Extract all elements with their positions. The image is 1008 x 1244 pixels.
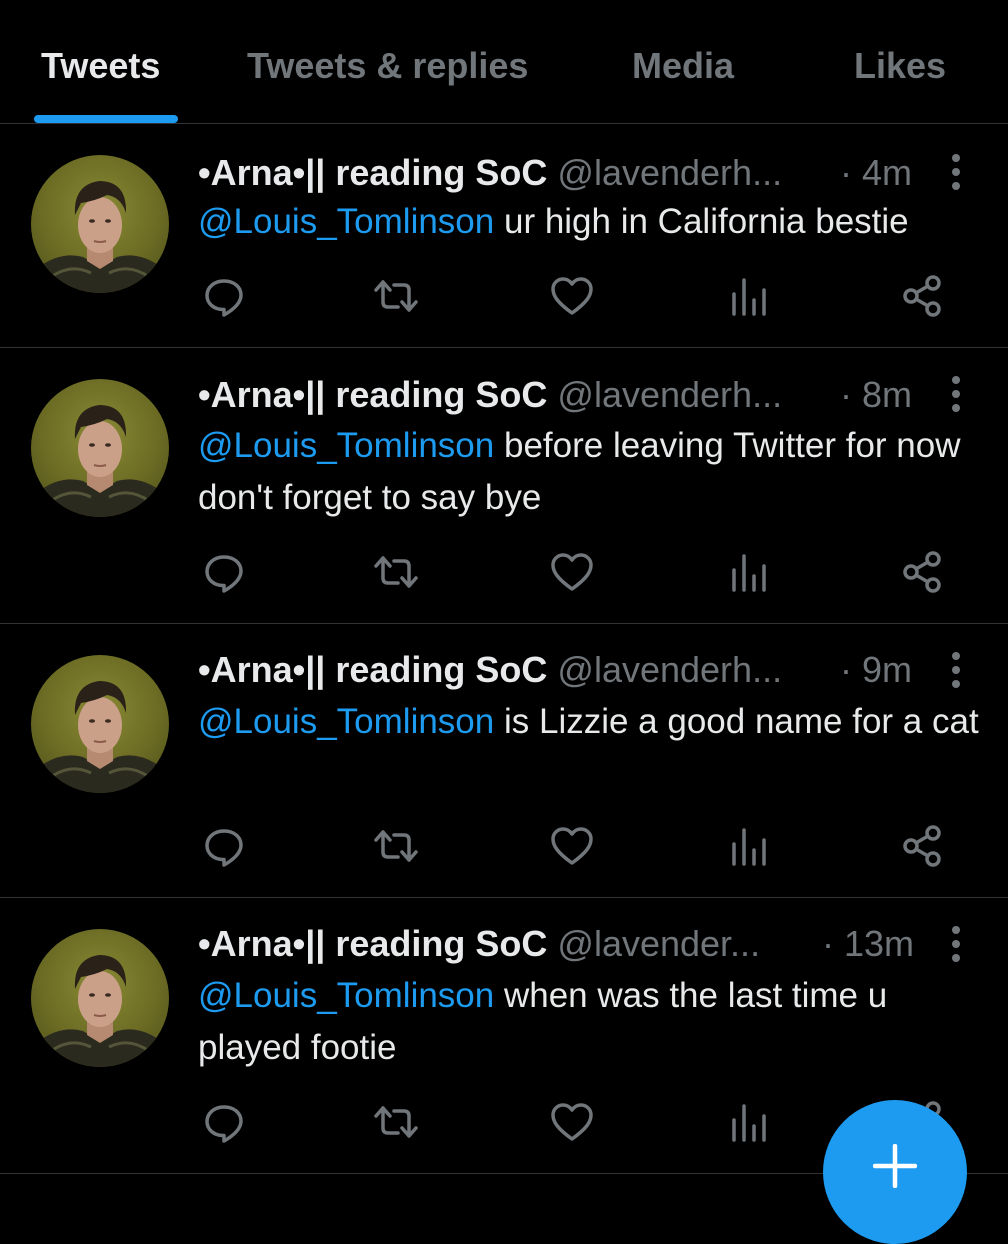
plus-icon	[873, 1144, 917, 1188]
mention-link[interactable]: @Louis_Tomlinson	[198, 426, 494, 465]
tab-tweets-and-replies[interactable]: Tweets & replies	[247, 44, 528, 88]
views-icon[interactable]	[724, 548, 772, 596]
like-icon[interactable]	[548, 822, 596, 870]
views-icon[interactable]	[724, 272, 772, 320]
retweet-icon[interactable]	[372, 548, 420, 596]
mention-link[interactable]: @Louis_Tomlinson	[198, 976, 494, 1015]
share-icon[interactable]	[898, 272, 946, 320]
views-icon[interactable]	[724, 822, 772, 870]
like-icon[interactable]	[548, 548, 596, 596]
retweet-icon[interactable]	[372, 1098, 420, 1146]
reply-icon[interactable]	[200, 1098, 248, 1146]
like-icon[interactable]	[548, 272, 596, 320]
display-name[interactable]: •Arna•|| reading SoC	[198, 152, 547, 193]
tweet[interactable]: •Arna•|| reading SoC @lavenderh... · 8m @…	[0, 348, 1008, 624]
more-options-icon[interactable]	[944, 652, 968, 692]
timestamp[interactable]: · 9m	[840, 648, 912, 692]
tab-media[interactable]: Media	[632, 44, 734, 88]
avatar[interactable]	[31, 929, 169, 1067]
tweet-header: •Arna•|| reading SoC @lavenderh...	[198, 648, 782, 692]
tweet-header: •Arna•|| reading SoC @lavenderh...	[198, 151, 782, 195]
avatar[interactable]	[31, 655, 169, 793]
tweet[interactable]: •Arna•|| reading SoC @lavenderh... · 4m @…	[0, 124, 1008, 348]
more-options-icon[interactable]	[944, 926, 968, 966]
tab-tweets[interactable]: Tweets	[41, 44, 160, 88]
tweet-body: ur high in California bestie	[494, 202, 909, 241]
tweet-text: @Louis_Tomlinson is Lizzie a good name f…	[198, 696, 988, 748]
mention-link[interactable]: @Louis_Tomlinson	[198, 702, 494, 741]
compose-tweet-button[interactable]	[823, 1100, 967, 1244]
more-options-icon[interactable]	[944, 376, 968, 416]
tweet-text: @Louis_Tomlinson when was the last time …	[198, 970, 988, 1074]
reply-icon[interactable]	[200, 548, 248, 596]
mention-link[interactable]: @Louis_Tomlinson	[198, 202, 494, 241]
reply-icon[interactable]	[200, 822, 248, 870]
display-name[interactable]: •Arna•|| reading SoC	[198, 374, 547, 415]
tab-likes[interactable]: Likes	[854, 44, 946, 88]
tweet-body: is Lizzie a good name for a cat	[494, 702, 979, 741]
tweet-header: •Arna•|| reading SoC @lavenderh...	[198, 373, 782, 417]
timestamp[interactable]: · 4m	[840, 151, 912, 195]
tweet-text: @Louis_Tomlinson before leaving Twitter …	[198, 420, 988, 524]
handle[interactable]: @lavenderh...	[557, 374, 782, 415]
tweet[interactable]: •Arna•|| reading SoC @lavenderh... · 9m @…	[0, 624, 1008, 898]
handle[interactable]: @lavenderh...	[557, 152, 782, 193]
timestamp[interactable]: · 8m	[840, 373, 912, 417]
display-name[interactable]: •Arna•|| reading SoC	[198, 923, 547, 964]
retweet-icon[interactable]	[372, 272, 420, 320]
handle[interactable]: @lavender...	[557, 923, 760, 964]
display-name[interactable]: •Arna•|| reading SoC	[198, 649, 547, 690]
profile-tabs: Tweets Tweets & replies Media Likes	[0, 0, 1008, 124]
avatar[interactable]	[31, 379, 169, 517]
reply-icon[interactable]	[200, 272, 248, 320]
more-options-icon[interactable]	[944, 154, 968, 194]
handle[interactable]: @lavenderh...	[557, 649, 782, 690]
share-icon[interactable]	[898, 822, 946, 870]
tweet-text: @Louis_Tomlinson ur high in California b…	[198, 196, 988, 248]
tweet-header: •Arna•|| reading SoC @lavender...	[198, 922, 760, 966]
avatar[interactable]	[31, 155, 169, 293]
timestamp[interactable]: · 13m	[822, 922, 914, 966]
retweet-icon[interactable]	[372, 822, 420, 870]
views-icon[interactable]	[724, 1098, 772, 1146]
like-icon[interactable]	[548, 1098, 596, 1146]
active-tab-indicator	[34, 115, 178, 123]
share-icon[interactable]	[898, 548, 946, 596]
